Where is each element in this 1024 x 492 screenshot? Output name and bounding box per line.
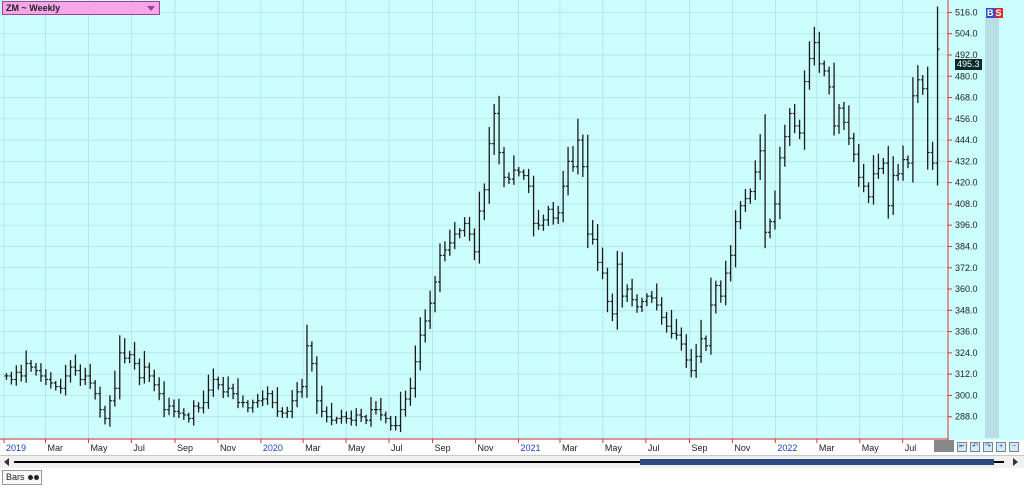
x-tick-label: Jul <box>905 443 917 453</box>
y-tick-label: 432.0 <box>955 156 978 166</box>
y-tick-label: 288.0 <box>955 412 978 422</box>
y-tick-label: 336.0 <box>955 327 978 337</box>
x-tick-label: Jul <box>391 443 403 453</box>
y-tick-label: 420.0 <box>955 178 978 188</box>
y-tick-label: 504.0 <box>955 29 978 39</box>
y-tick-label: 480.0 <box>955 71 978 81</box>
bars-tab[interactable]: Bars <box>2 470 42 485</box>
link-icon <box>34 475 40 481</box>
x-tick-label: Jul <box>648 443 660 453</box>
zoom-in-icon[interactable]: + <box>996 442 1006 452</box>
y-tick-label: 360.0 <box>955 284 978 294</box>
horizontal-scrollbar[interactable] <box>0 455 1024 468</box>
y-tick-label: 324.0 <box>955 348 978 358</box>
x-tick-label: Sep <box>691 443 707 453</box>
scroll-forward-icon[interactable]: ↷ <box>983 442 993 452</box>
axis-corner-box <box>934 440 954 452</box>
y-tick-label: 396.0 <box>955 220 978 230</box>
symbol-label: ZM ~ Weekly <box>6 3 61 13</box>
x-axis: 2019 Mar May Jul Sep Nov 2020 Mar May Jul Sep Nov 20… <box>3 439 917 453</box>
x-tick-label: 2021 <box>520 443 540 453</box>
bottom-tab-bar: Bars <box>0 469 1024 487</box>
buy-sell-badge[interactable]: BS <box>986 8 1003 18</box>
scroll-thumb[interactable] <box>640 459 994 465</box>
x-tick-label: Nov <box>734 443 751 453</box>
last-price-tag: 495.3 <box>955 59 982 70</box>
x-tick-label: 2022 <box>777 443 797 453</box>
x-tick-label: Mar <box>562 443 578 453</box>
bars-tab-label: Bars <box>6 472 25 482</box>
y-tick-label: 372.0 <box>955 263 978 273</box>
y-tick-label: 468.0 <box>955 93 978 103</box>
scroll-right-arrow-icon[interactable] <box>1013 458 1018 466</box>
y-tick-label: 456.0 <box>955 114 978 124</box>
x-tick-label: Mar <box>305 443 321 453</box>
y-tick-label: 384.0 <box>955 241 978 251</box>
x-tick-label: May <box>862 443 880 453</box>
x-tick-label: Jul <box>133 443 145 453</box>
price-chart[interactable]: 288.0 300.0 312.0 324.0 336.0 348.0 360.0 372.0… <box>0 0 1024 487</box>
x-tick-label: May <box>605 443 623 453</box>
scroll-back-icon[interactable]: ↶ <box>970 442 980 452</box>
x-tick-label: Sep <box>177 443 193 453</box>
buy-badge[interactable]: B <box>986 8 995 18</box>
link-icon <box>28 475 34 481</box>
sell-badge[interactable]: S <box>994 8 1003 18</box>
symbol-selector[interactable]: ZM ~ Weekly <box>2 1 160 15</box>
zoom-out-icon[interactable]: − <box>1009 442 1019 452</box>
x-tick-label: May <box>90 443 108 453</box>
x-tick-label: Mar <box>819 443 835 453</box>
scroll-left-arrow-icon[interactable] <box>4 458 9 466</box>
x-tick-label: Nov <box>220 443 237 453</box>
x-tick-label: 2020 <box>263 443 283 453</box>
x-tick-label: Sep <box>435 443 451 453</box>
chart-area[interactable]: 288.0 300.0 312.0 324.0 336.0 348.0 360.0 372.0… <box>0 0 1024 487</box>
right-strip <box>985 18 999 438</box>
chevron-down-icon[interactable] <box>147 6 155 11</box>
y-tick-label: 300.0 <box>955 390 978 400</box>
y-tick-label: 312.0 <box>955 369 978 379</box>
y-tick-label: 348.0 <box>955 305 978 315</box>
y-tick-label: 444.0 <box>955 135 978 145</box>
y-tick-label: 516.0 <box>955 7 978 17</box>
x-tick-label: 2019 <box>6 443 26 453</box>
scroll-start-icon[interactable]: ⇤ <box>957 442 967 452</box>
x-tick-label: May <box>348 443 366 453</box>
x-tick-label: Mar <box>48 443 64 453</box>
x-tick-label: Nov <box>478 443 495 453</box>
y-tick-label: 408.0 <box>955 199 978 209</box>
